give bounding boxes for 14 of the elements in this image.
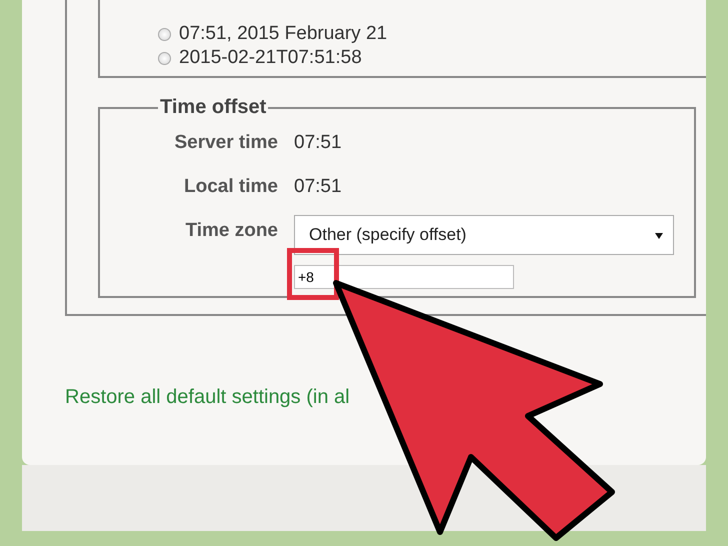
field-value: 07:51 — [294, 175, 343, 199]
offset-input-field[interactable]: +8 — [294, 265, 514, 289]
radio-button[interactable] — [158, 52, 171, 64]
field-label: Server time — [173, 131, 278, 155]
section-legend: Time offset — [158, 96, 268, 119]
field-label: Time zone — [184, 219, 278, 243]
field-label: Local time — [183, 175, 278, 199]
field-value: 07:51 — [294, 131, 343, 155]
radio-label: 07:51, 2015 February 21 — [179, 23, 388, 45]
restore-defaults-link[interactable]: Restore all default settings (in al — [65, 386, 350, 408]
radio-button[interactable] — [158, 28, 171, 40]
time-zone-dropdown[interactable]: Other (specify offset) — [294, 215, 674, 255]
caret-icon — [655, 233, 663, 239]
radio-label: 2015-02-21T07:51:58 — [179, 47, 362, 69]
